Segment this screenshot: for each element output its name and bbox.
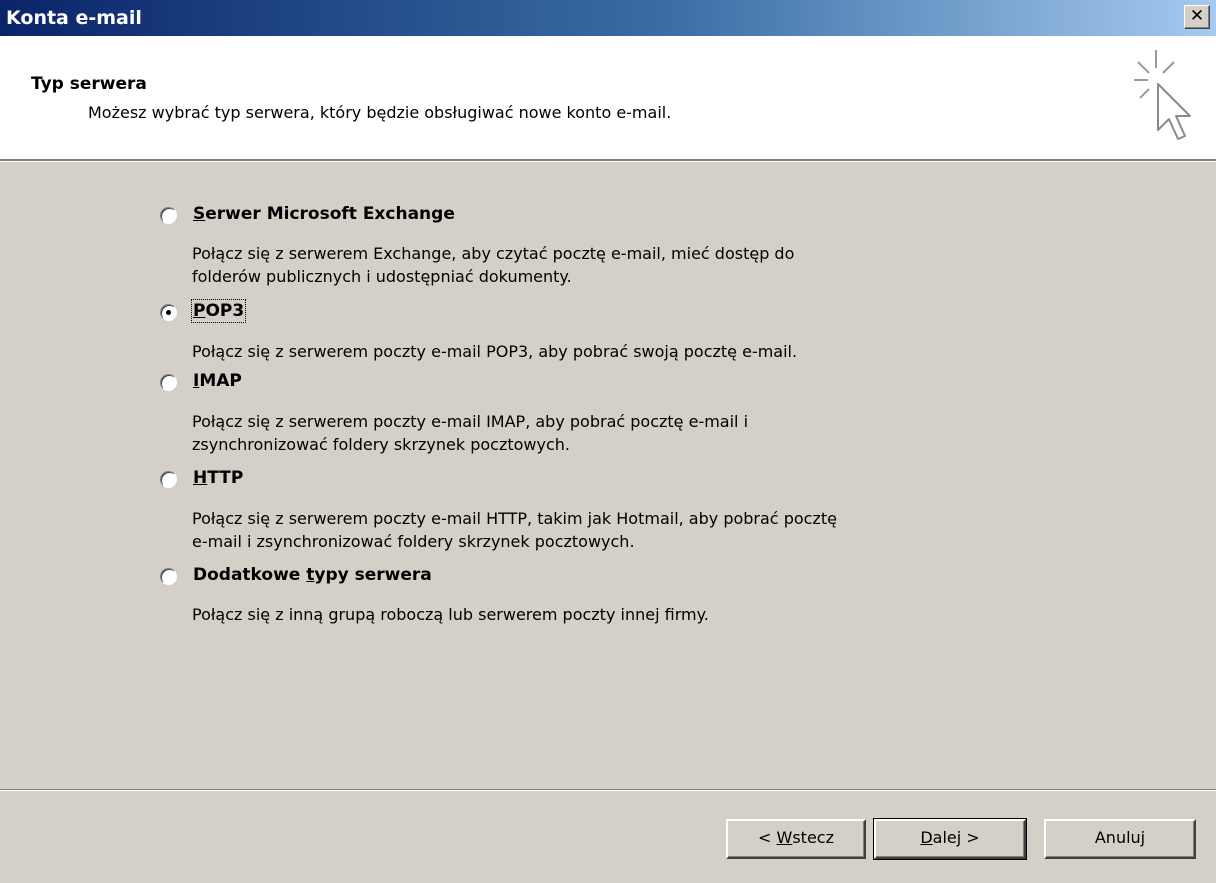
footer-divider [0,789,1216,791]
option-pop3-description: Połącz się z serwerem poczty e-mail POP3… [192,342,798,361]
close-button[interactable]: ✕ [1184,5,1210,29]
radio-selected-dot [166,310,171,315]
option-exchange-description: Połącz się z serwerem Exchange, aby czyt… [192,244,795,286]
window-title: Konta e-mail [6,7,142,29]
radio-exchange[interactable] [160,207,177,224]
option-http-description: Połącz się z serwerem poczty e-mail HTTP… [192,509,837,551]
title-bar: Konta e-mail ✕ [0,0,1216,36]
option-imap-label[interactable]: IMAP [193,371,242,391]
next-button[interactable]: Dalej > [873,818,1027,860]
cancel-button[interactable]: Anuluj [1044,819,1196,859]
option-imap-description: Połącz się z serwerem poczty e-mail IMAP… [192,412,749,454]
page-title: Typ serwera [31,74,147,94]
option-additional-servers-description: Połącz się z inną grupą roboczą lub serw… [192,605,709,624]
option-pop3-label[interactable]: POP3 [190,299,247,323]
cursor-sparkle-icon [1134,50,1191,140]
option-http-label[interactable]: HTTP [193,468,243,488]
radio-imap[interactable] [160,374,177,391]
wizard-header: Typ serwera Możesz wybrać typ serwera, k… [0,36,1216,162]
option-additional-servers-label[interactable]: Dodatkowe typy serwera [193,565,432,585]
radio-additional-servers[interactable] [160,568,177,585]
page-subtitle: Możesz wybrać typ serwera, który będzie … [88,103,672,122]
option-exchange-label[interactable]: Serwer Microsoft Exchange [193,204,455,224]
back-button[interactable]: < Wstecz [726,819,866,859]
close-icon: ✕ [1189,6,1205,26]
radio-http[interactable] [160,471,177,488]
radio-pop3[interactable] [160,304,177,321]
